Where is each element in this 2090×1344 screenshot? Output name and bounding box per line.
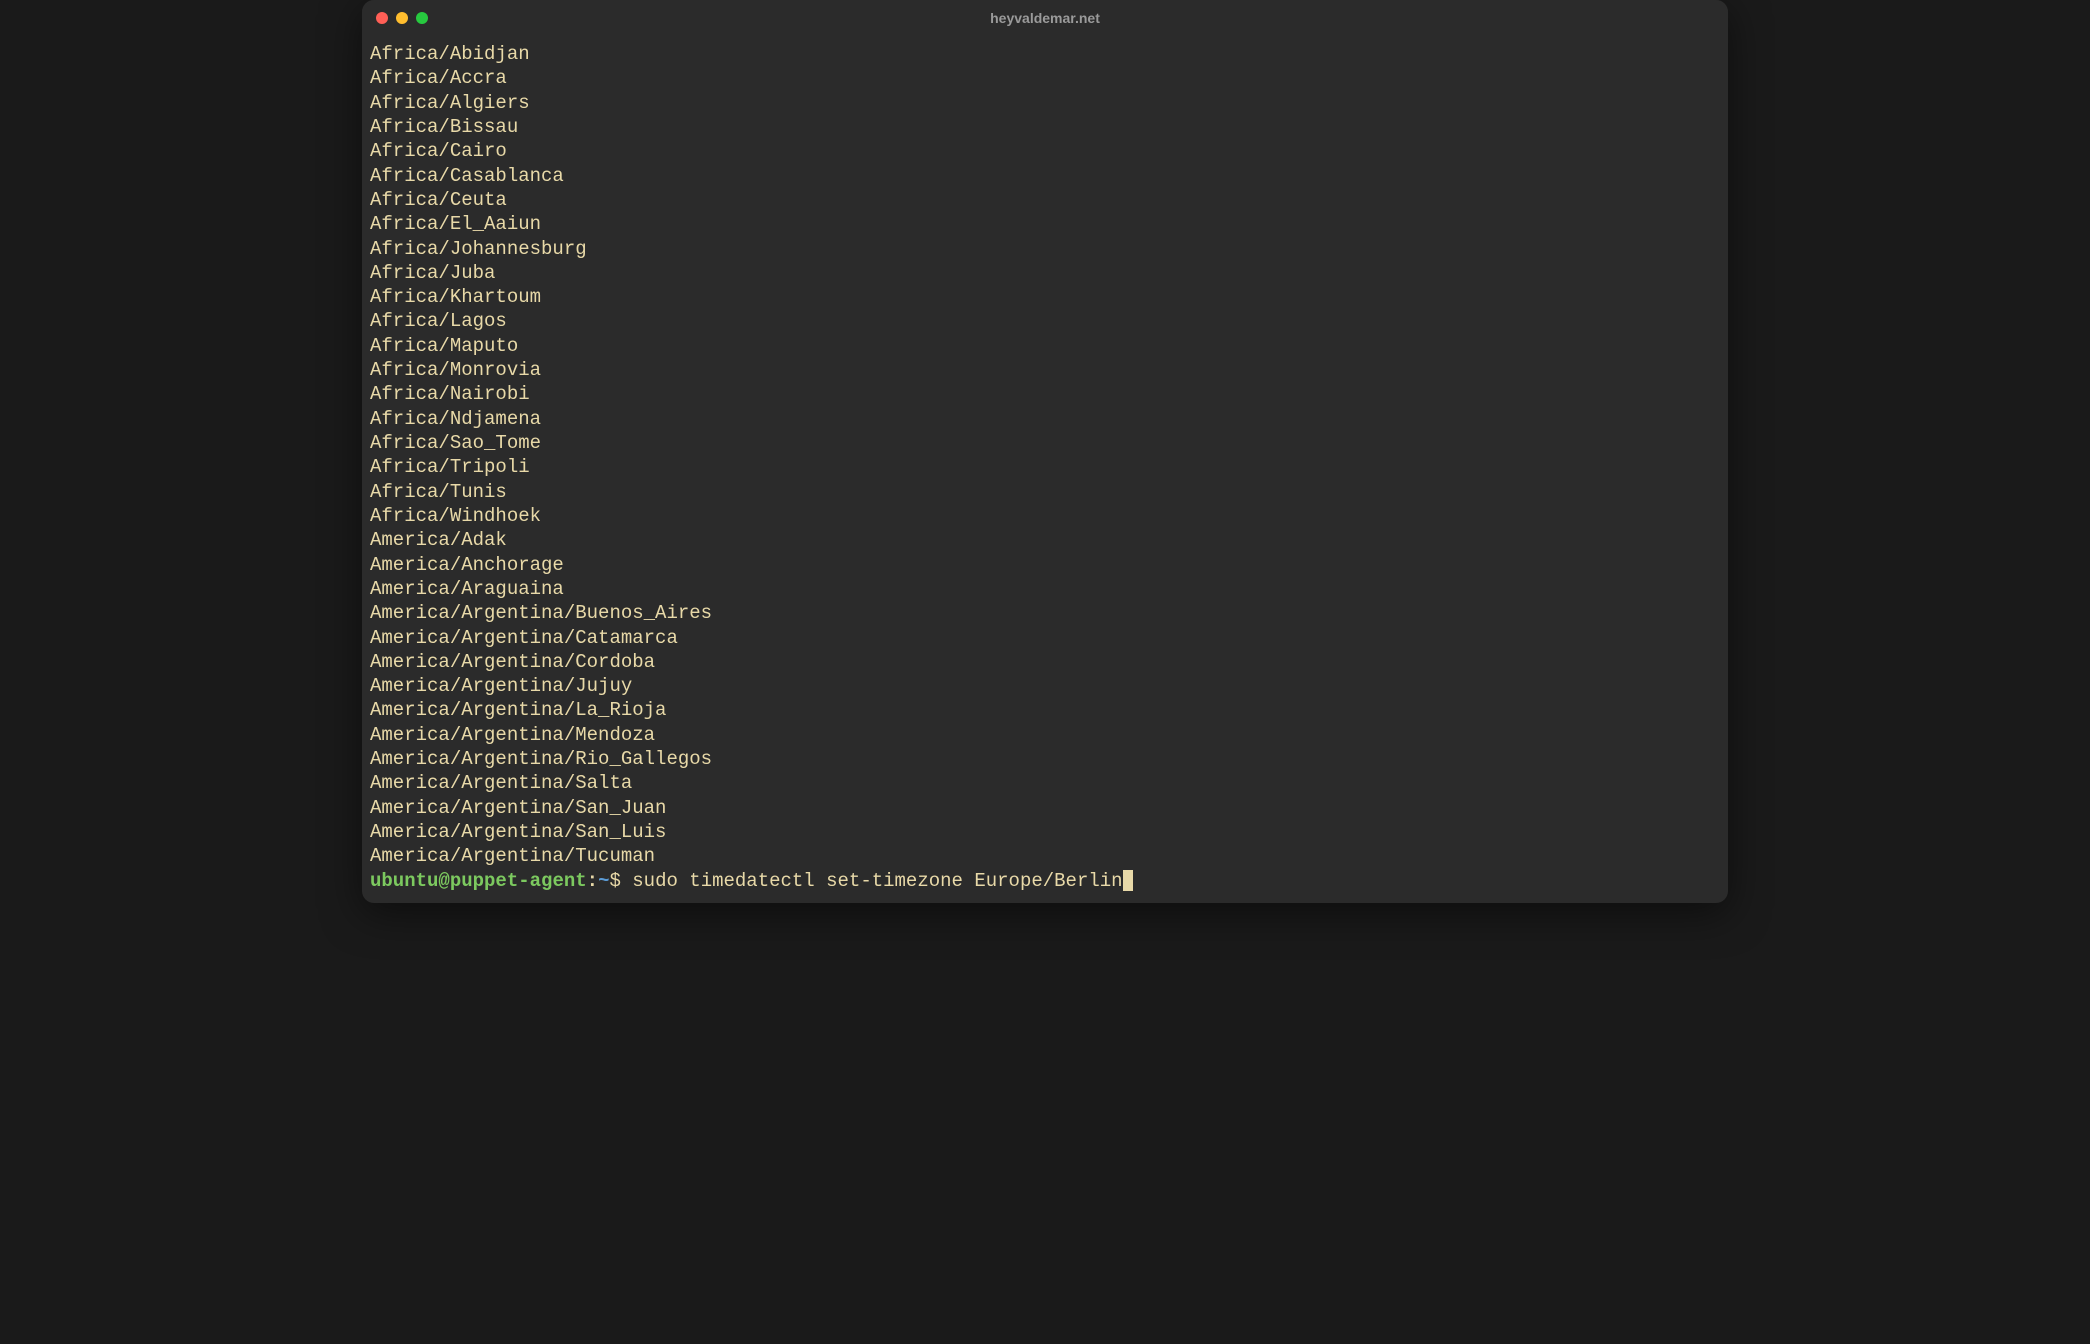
- output-line: Africa/Lagos: [370, 309, 1720, 333]
- output-line: America/Argentina/Cordoba: [370, 650, 1720, 674]
- output-line: Africa/Accra: [370, 66, 1720, 90]
- maximize-icon[interactable]: [416, 12, 428, 24]
- output-line: Africa/Bissau: [370, 115, 1720, 139]
- output-line: Africa/Maputo: [370, 334, 1720, 358]
- prompt-line[interactable]: ubuntu@puppet-agent:~$ sudo timedatectl …: [370, 869, 1720, 893]
- prompt-host: puppet-agent: [450, 869, 587, 893]
- output-line: Africa/El_Aaiun: [370, 212, 1720, 236]
- output-line: America/Argentina/La_Rioja: [370, 698, 1720, 722]
- output-line: Africa/Algiers: [370, 91, 1720, 115]
- terminal-output: Africa/AbidjanAfrica/AccraAfrica/Algiers…: [370, 42, 1720, 869]
- output-line: America/Araguaina: [370, 577, 1720, 601]
- output-line: America/Argentina/Buenos_Aires: [370, 601, 1720, 625]
- output-line: Africa/Windhoek: [370, 504, 1720, 528]
- output-line: Africa/Cairo: [370, 139, 1720, 163]
- output-line: America/Argentina/San_Juan: [370, 796, 1720, 820]
- output-line: America/Anchorage: [370, 553, 1720, 577]
- terminal-window: heyvaldemar.net Africa/AbidjanAfrica/Acc…: [362, 0, 1728, 903]
- output-line: America/Argentina/Mendoza: [370, 723, 1720, 747]
- output-line: Africa/Sao_Tome: [370, 431, 1720, 455]
- output-line: Africa/Casablanca: [370, 164, 1720, 188]
- prompt-colon: :: [587, 869, 598, 893]
- close-icon[interactable]: [376, 12, 388, 24]
- prompt-path: ~: [598, 869, 609, 893]
- window-title: heyvaldemar.net: [990, 10, 1100, 26]
- prompt-symbol: $: [609, 869, 632, 893]
- prompt-user: ubuntu: [370, 869, 438, 893]
- output-line: America/Argentina/Catamarca: [370, 626, 1720, 650]
- output-line: Africa/Ceuta: [370, 188, 1720, 212]
- output-line: Africa/Nairobi: [370, 382, 1720, 406]
- output-line: Africa/Khartoum: [370, 285, 1720, 309]
- titlebar[interactable]: heyvaldemar.net: [362, 0, 1728, 36]
- output-line: America/Argentina/Tucuman: [370, 844, 1720, 868]
- prompt-at: @: [438, 869, 449, 893]
- output-line: Africa/Ndjamena: [370, 407, 1720, 431]
- cursor-icon: [1123, 870, 1133, 891]
- output-line: America/Argentina/Jujuy: [370, 674, 1720, 698]
- command-input[interactable]: sudo timedatectl set-timezone Europe/Ber…: [632, 869, 1122, 893]
- output-line: America/Argentina/San_Luis: [370, 820, 1720, 844]
- output-line: Africa/Abidjan: [370, 42, 1720, 66]
- output-line: America/Adak: [370, 528, 1720, 552]
- output-line: America/Argentina/Salta: [370, 771, 1720, 795]
- output-line: Africa/Johannesburg: [370, 237, 1720, 261]
- minimize-icon[interactable]: [396, 12, 408, 24]
- output-line: Africa/Tunis: [370, 480, 1720, 504]
- output-line: Africa/Monrovia: [370, 358, 1720, 382]
- terminal-body[interactable]: Africa/AbidjanAfrica/AccraAfrica/Algiers…: [362, 36, 1728, 903]
- output-line: Africa/Tripoli: [370, 455, 1720, 479]
- output-line: Africa/Juba: [370, 261, 1720, 285]
- traffic-lights: [376, 12, 428, 24]
- output-line: America/Argentina/Rio_Gallegos: [370, 747, 1720, 771]
